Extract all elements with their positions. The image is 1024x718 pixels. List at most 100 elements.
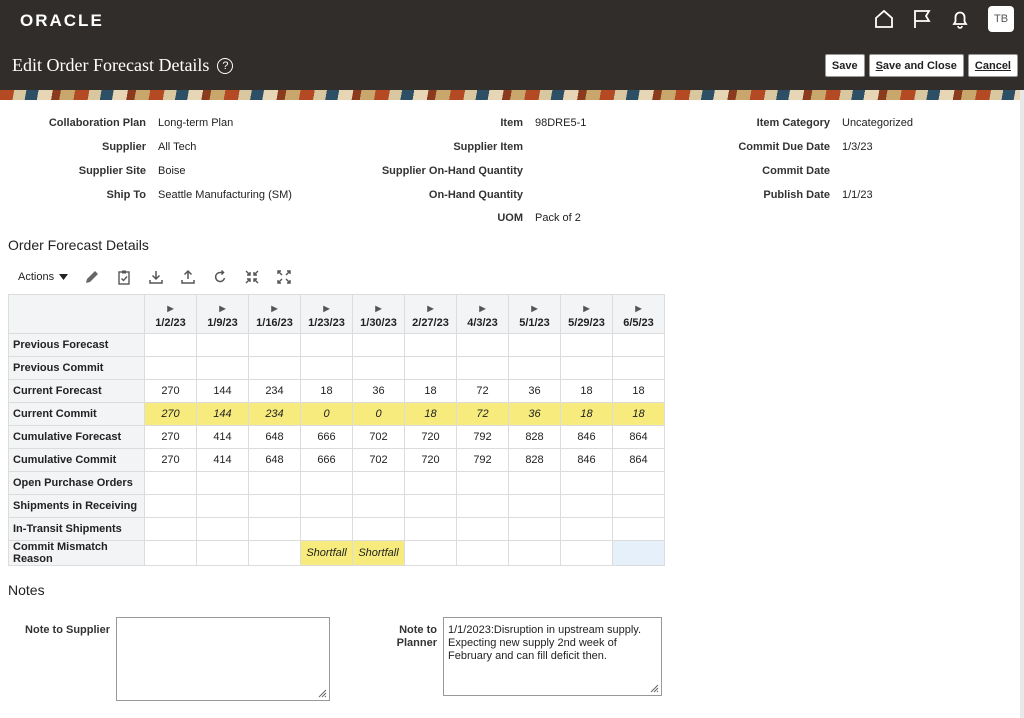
refresh-icon[interactable] — [210, 268, 230, 286]
forecast-cell[interactable]: 144 — [196, 402, 249, 426]
column-header[interactable]: ▶ 1/23/23 — [300, 294, 353, 334]
field-label: Supplier On-Hand Quantity — [381, 165, 523, 177]
forecast-cell[interactable]: 18 — [560, 402, 613, 426]
edit-pencil-icon[interactable] — [82, 268, 102, 286]
column-header[interactable]: ▶ 1/9/23 — [196, 294, 249, 334]
download-icon[interactable] — [146, 268, 166, 286]
field-item: Item 98DRE5-1 — [340, 117, 586, 129]
expand-column-icon[interactable]: ▶ — [353, 304, 404, 313]
forecast-cell: 36 — [508, 379, 561, 403]
expand-column-icon[interactable]: ▶ — [509, 304, 560, 313]
forecast-toolbar: Actions — [18, 268, 294, 286]
forecast-cell — [248, 517, 301, 541]
forecast-header-row: ▶ 1/2/23 ▶ 1/9/23 ▶ 1/16/23 ▶ 1/23/23 ▶ 1/30/… — [8, 294, 665, 334]
cancel-button[interactable]: Cancel — [967, 54, 1018, 77]
forecast-cell[interactable]: 270 — [144, 402, 197, 426]
expand-column-icon[interactable]: ▶ — [613, 304, 664, 313]
forecast-cell[interactable]: 0 — [352, 402, 405, 426]
forecast-table-body: Previous Forecast Previous Commit Current … — [8, 333, 665, 566]
save-and-close-button[interactable]: Save and Close — [868, 54, 964, 77]
user-avatar[interactable]: TB — [988, 6, 1014, 32]
expand-column-icon[interactable]: ▶ — [457, 304, 508, 313]
column-header[interactable]: ▶ 5/29/23 — [560, 294, 613, 334]
field-label: Collaboration Plan — [48, 117, 146, 129]
column-date: 2/27/23 — [412, 317, 449, 329]
home-icon[interactable] — [872, 7, 896, 31]
column-header[interactable]: ▶ 6/5/23 — [612, 294, 665, 334]
column-header[interactable]: ▶ 5/1/23 — [508, 294, 561, 334]
expand-column-icon[interactable]: ▶ — [249, 304, 300, 313]
forecast-cell[interactable] — [404, 540, 457, 566]
field-value: All Tech — [158, 141, 197, 153]
notifications-bell-icon[interactable] — [948, 7, 972, 31]
field-supplier-site: Supplier Site Boise — [0, 165, 186, 177]
forecast-cell — [404, 471, 457, 495]
forecast-cell — [300, 471, 353, 495]
field-value: Boise — [158, 165, 186, 177]
forecast-cell — [612, 494, 665, 518]
clipboard-check-icon[interactable] — [114, 268, 134, 286]
row-label: Shipments in Receiving — [8, 494, 145, 518]
forecast-cell[interactable] — [456, 540, 509, 566]
column-header[interactable]: ▶ 4/3/23 — [456, 294, 509, 334]
page-scrollbar[interactable] — [1020, 90, 1024, 718]
column-header[interactable]: ▶ 1/16/23 — [248, 294, 301, 334]
field-value — [830, 165, 842, 177]
cancel-accesskey: C — [974, 59, 983, 72]
resize-handle-icon[interactable] — [650, 684, 659, 693]
forecast-cell — [612, 356, 665, 380]
forecast-cell[interactable] — [144, 540, 197, 566]
forecast-cell[interactable] — [612, 540, 665, 566]
forecast-cell — [300, 356, 353, 380]
forecast-cell[interactable]: 0 — [300, 402, 353, 426]
upload-icon[interactable] — [178, 268, 198, 286]
forecast-cell[interactable]: 36 — [508, 402, 561, 426]
column-header[interactable]: ▶ 2/27/23 — [404, 294, 457, 334]
expand-icon[interactable] — [274, 268, 294, 286]
note-to-planner-textarea[interactable]: 1/1/2023:Disruption in upstream supply. … — [443, 617, 662, 696]
page-title: Edit Order Forecast Details — [12, 55, 210, 75]
actions-menu[interactable]: Actions — [18, 271, 69, 283]
field-label: Commit Due Date — [738, 141, 830, 153]
forecast-cell[interactable]: Shortfall — [352, 540, 405, 566]
column-date: 1/9/23 — [207, 317, 238, 329]
expand-column-icon[interactable]: ▶ — [145, 304, 196, 313]
forecast-cell — [352, 494, 405, 518]
resize-handle-icon[interactable] — [318, 689, 327, 698]
save-button[interactable]: Save — [824, 54, 865, 77]
field-value: 1/3/23 — [842, 141, 873, 153]
forecast-cell[interactable] — [248, 540, 301, 566]
column-date: 1/2/23 — [155, 317, 186, 329]
expand-column-icon[interactable]: ▶ — [301, 304, 352, 313]
forecast-cell — [144, 356, 197, 380]
forecast-cell[interactable]: 72 — [456, 402, 509, 426]
forecast-cell — [560, 517, 613, 541]
help-icon[interactable]: ? — [217, 57, 234, 74]
forecast-cell: 18 — [612, 379, 665, 403]
column-header[interactable]: ▶ 1/30/23 — [352, 294, 405, 334]
note-to-supplier-textarea[interactable] — [116, 617, 330, 701]
forecast-cell: 864 — [612, 448, 665, 472]
forecast-cell — [612, 333, 665, 357]
table-row: Cumulative Forecast 270 414 648 666 702 720 792… — [8, 425, 665, 449]
column-header[interactable]: ▶ 1/2/23 — [144, 294, 197, 334]
cancel-label: ancel — [982, 59, 1011, 72]
forecast-cell[interactable]: 18 — [404, 402, 457, 426]
forecast-cell[interactable]: 18 — [612, 402, 665, 426]
flag-icon[interactable] — [910, 7, 934, 31]
collapse-icon[interactable] — [242, 268, 262, 286]
expand-column-icon[interactable]: ▶ — [561, 304, 612, 313]
forecast-cell[interactable] — [508, 540, 561, 566]
forecast-cell: 414 — [196, 425, 249, 449]
forecast-cell[interactable] — [560, 540, 613, 566]
forecast-cell[interactable]: Shortfall — [300, 540, 353, 566]
oracle-logo[interactable]: ORACLE — [20, 11, 104, 31]
forecast-cell[interactable] — [196, 540, 249, 566]
forecast-cell — [196, 517, 249, 541]
expand-column-icon[interactable]: ▶ — [197, 304, 248, 313]
expand-column-icon[interactable]: ▶ — [405, 304, 456, 313]
table-row: Current Forecast 270 144 234 18 36 18 72 36 18 18 — [8, 379, 665, 403]
forecast-cell[interactable]: 234 — [248, 402, 301, 426]
forecast-cell — [196, 333, 249, 357]
field-label: On-Hand Quantity — [428, 189, 523, 201]
